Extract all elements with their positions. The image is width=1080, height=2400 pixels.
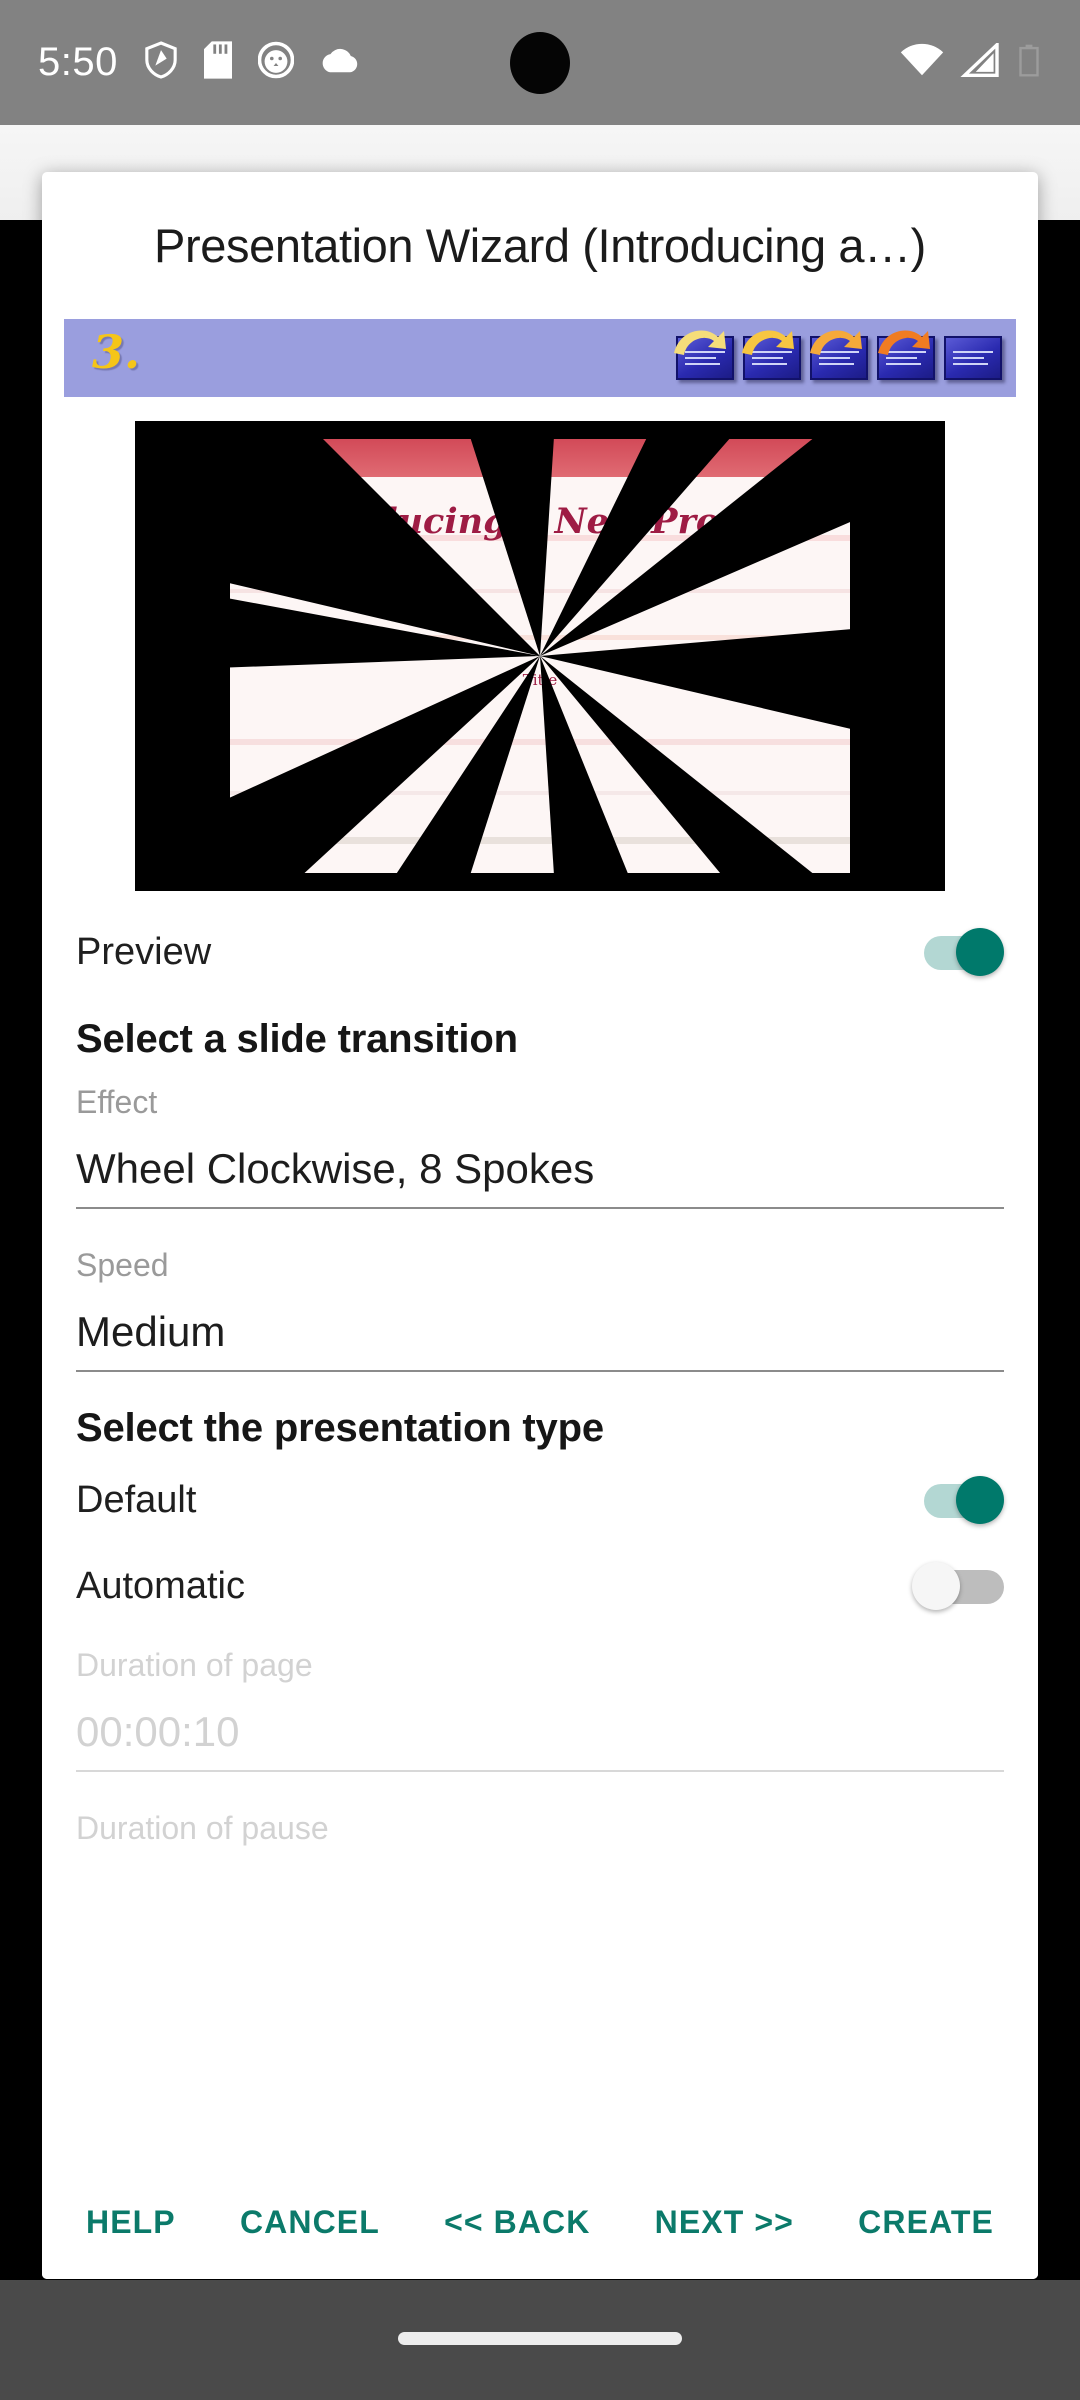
back-button[interactable]: << BACK	[430, 2192, 604, 2253]
default-toggle[interactable]	[912, 1474, 1004, 1526]
dialog-content-scroll[interactable]: 3.	[42, 301, 1038, 2175]
cancel-button[interactable]: CANCEL	[226, 2192, 394, 2253]
speed-value[interactable]: Medium	[76, 1308, 1004, 1372]
duration-of-page-field: Duration of page 00:00:10	[42, 1647, 1038, 1772]
automatic-toggle-row[interactable]: Automatic	[42, 1543, 1038, 1629]
banner-slide-icon	[877, 336, 935, 380]
create-button[interactable]: CREATE	[844, 2192, 1008, 2253]
home-gesture-handle[interactable]	[398, 2332, 682, 2345]
camera-cutout	[510, 32, 570, 94]
preview-label: Preview	[76, 931, 211, 974]
preview-toggle-row[interactable]: Preview	[42, 909, 1038, 995]
duration-of-page-value: 00:00:10	[76, 1708, 1004, 1772]
cellular-signal-icon	[960, 43, 1000, 82]
pet-icon	[258, 41, 294, 84]
duration-of-pause-label: Duration of pause	[76, 1810, 1004, 1847]
status-bar-left-group: 5:50	[38, 40, 360, 85]
wizard-step-number: 3.	[92, 325, 140, 379]
dialog-button-bar: HELP CANCEL << BACK NEXT >> CREATE	[42, 2175, 1038, 2279]
next-button[interactable]: NEXT >>	[641, 2192, 808, 2253]
shield-icon	[144, 41, 178, 84]
dialog-title: Presentation Wizard (Introducing a…)	[42, 172, 1038, 301]
wheel-transition-spokes-icon	[135, 421, 945, 891]
banner-slide-icon	[944, 336, 1002, 380]
wifi-icon	[900, 43, 944, 82]
automatic-toggle-thumb	[912, 1562, 960, 1610]
help-button[interactable]: HELP	[72, 2192, 190, 2253]
banner-slide-icon	[743, 336, 801, 380]
battery-icon	[1016, 43, 1042, 82]
preview-toggle-thumb	[956, 928, 1004, 976]
status-bar: 5:50	[0, 0, 1080, 125]
wizard-step-banner: 3.	[64, 319, 1016, 397]
cloud-icon	[320, 45, 360, 80]
default-toggle-thumb	[956, 1476, 1004, 1524]
default-toggle-row[interactable]: Default	[42, 1457, 1038, 1543]
transition-preview: Introducing a New Product Title	[135, 421, 945, 891]
automatic-toggle[interactable]	[912, 1560, 1004, 1612]
system-navigation-bar	[0, 2280, 1080, 2400]
duration-of-pause-value	[76, 1871, 1004, 1885]
automatic-label: Automatic	[76, 1565, 245, 1608]
status-bar-right-group	[900, 43, 1042, 82]
speed-label: Speed	[76, 1247, 1004, 1284]
effect-value[interactable]: Wheel Clockwise, 8 Spokes	[76, 1145, 1004, 1209]
banner-slide-icon	[810, 336, 868, 380]
effect-field[interactable]: Effect Wheel Clockwise, 8 Spokes	[42, 1084, 1038, 1209]
banner-slide-icon	[676, 336, 734, 380]
duration-of-pause-field: Duration of pause	[42, 1810, 1038, 1885]
sd-card-icon	[204, 41, 232, 84]
transition-section-heading: Select a slide transition	[42, 995, 1038, 1068]
effect-label: Effect	[76, 1084, 1004, 1121]
presentation-wizard-dialog: Presentation Wizard (Introducing a…) 3.	[42, 172, 1038, 2279]
type-section-heading: Select the presentation type	[42, 1372, 1038, 1457]
preview-toggle[interactable]	[912, 926, 1004, 978]
duration-of-page-label: Duration of page	[76, 1647, 1004, 1684]
status-bar-clock: 5:50	[38, 40, 118, 85]
default-label: Default	[76, 1479, 196, 1522]
speed-field[interactable]: Speed Medium	[42, 1247, 1038, 1372]
banner-slide-strip	[676, 319, 1002, 397]
